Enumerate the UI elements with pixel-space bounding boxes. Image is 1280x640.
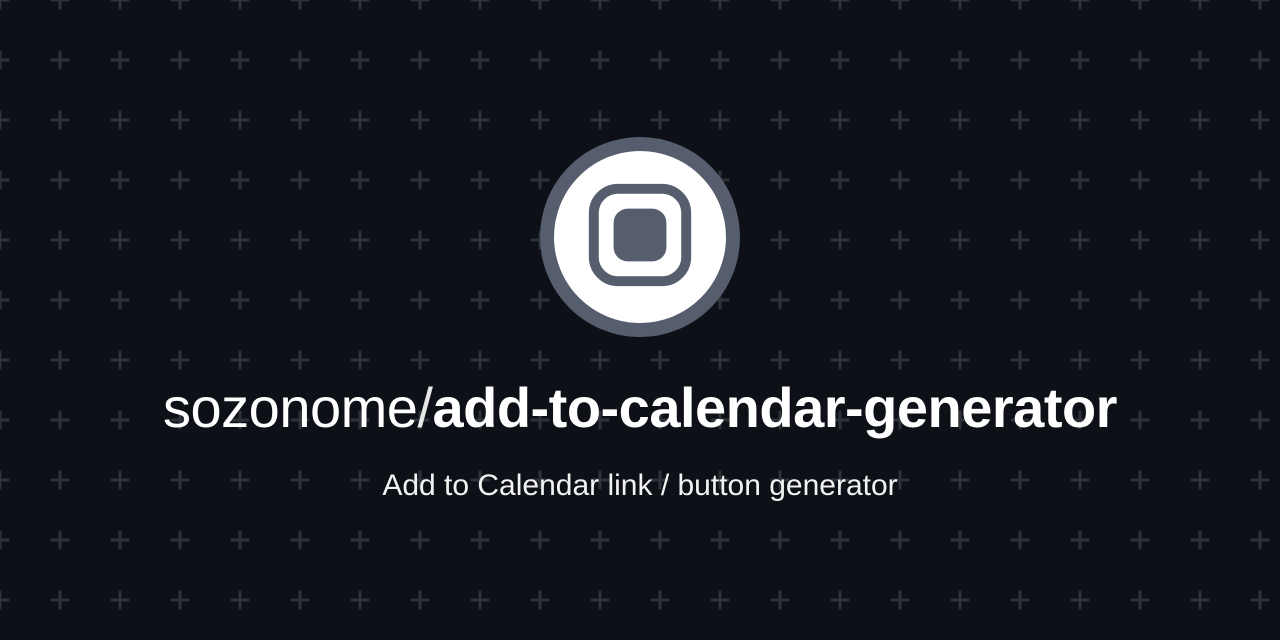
repo-name: add-to-calendar-generator <box>432 376 1117 439</box>
og-card: sozonome/add-to-calendar-generator Add t… <box>0 0 1280 640</box>
rounded-square-icon <box>585 180 695 295</box>
repo-description: Add to Calendar link / button generator <box>382 469 897 503</box>
repo-owner: sozonome <box>163 376 417 439</box>
project-avatar <box>540 137 740 337</box>
repo-separator: / <box>417 376 432 439</box>
repo-title: sozonome/add-to-calendar-generator <box>163 377 1117 439</box>
